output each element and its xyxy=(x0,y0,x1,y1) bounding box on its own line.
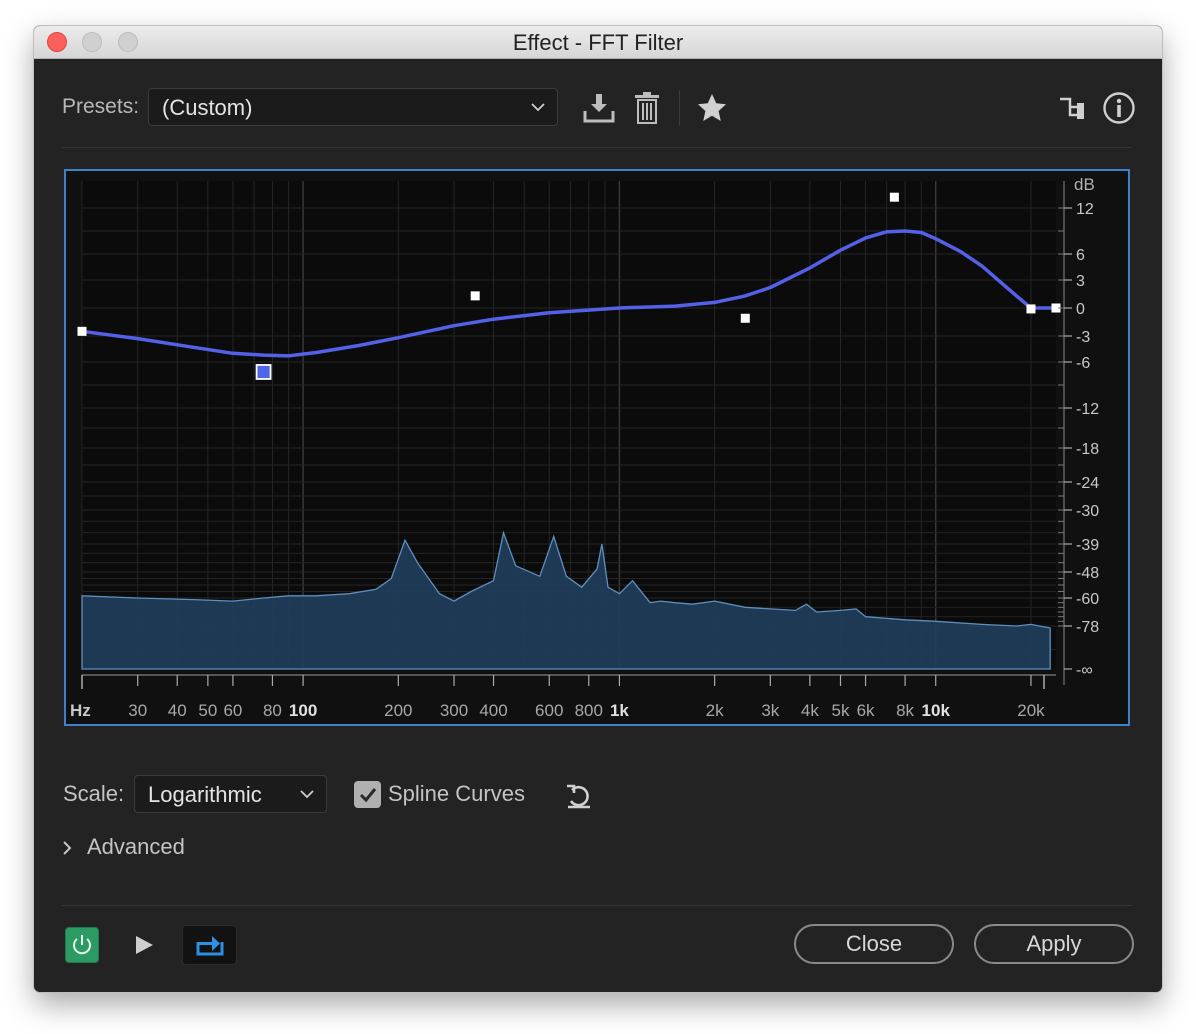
control-point-selected[interactable] xyxy=(255,364,272,380)
spline-curves-checkbox[interactable] xyxy=(354,781,381,808)
power-icon xyxy=(73,935,91,955)
hz-tick-label: 800 xyxy=(575,701,603,720)
loop-icon xyxy=(196,936,223,956)
hz-tick-label: 40 xyxy=(168,701,187,720)
hz-tick-label: 80 xyxy=(263,701,282,720)
control-point[interactable] xyxy=(470,291,480,301)
hz-tick-label: 3k xyxy=(761,701,779,720)
footer-separator xyxy=(62,905,1132,906)
fft-filter-graph[interactable]: 12 6 3 0 -3 -6 -12 -18 -24 -30 -39 -48 -60 -78 -∞ 30 40 5… xyxy=(64,169,1130,726)
hz-tick-label: 10k xyxy=(922,701,951,720)
effect-window: Effect - FFT Filter Presets: (Custom) 12… xyxy=(34,26,1162,992)
db-unit-label: dB xyxy=(1074,175,1095,194)
window-title: Effect - FFT Filter xyxy=(512,30,684,55)
hz-tick-label: 60 xyxy=(223,701,242,720)
toolbar-divider xyxy=(679,90,680,126)
routing-icon xyxy=(1060,97,1084,119)
db-tick-label: -18 xyxy=(1076,441,1099,458)
checkmark-icon xyxy=(359,787,376,802)
hz-tick-label: 300 xyxy=(440,701,468,720)
db-tick-label: -24 xyxy=(1076,475,1099,492)
hz-tick-label: 20k xyxy=(1017,701,1045,720)
hz-tick-label: 1k xyxy=(610,701,629,720)
hz-tick-label: 100 xyxy=(289,701,317,720)
hz-tick-label: 50 xyxy=(198,701,217,720)
star-icon xyxy=(698,94,726,121)
db-tick-label: -12 xyxy=(1076,401,1099,418)
title-bar[interactable]: Effect - FFT Filter xyxy=(34,26,1162,59)
hz-tick-label: 400 xyxy=(479,701,507,720)
db-tick-label: 0 xyxy=(1076,301,1085,318)
download-icon xyxy=(583,94,615,123)
db-tick-label: -30 xyxy=(1076,503,1099,520)
control-point[interactable] xyxy=(1026,304,1036,314)
db-tick-label: -48 xyxy=(1076,565,1099,582)
toolbar-separator xyxy=(62,147,1132,148)
control-point[interactable] xyxy=(889,192,899,202)
db-tick-label: -60 xyxy=(1076,591,1099,608)
db-tick-label: -78 xyxy=(1076,619,1099,636)
hz-unit-label: Hz xyxy=(70,701,91,720)
presets-label: Presets: xyxy=(62,95,140,118)
info-icon xyxy=(1103,92,1135,124)
scale-label: Scale: xyxy=(63,781,125,806)
control-point[interactable] xyxy=(740,313,750,323)
save-preset-button[interactable] xyxy=(581,90,617,126)
loop-toggle-button[interactable] xyxy=(182,925,237,965)
db-tick-label: -6 xyxy=(1076,355,1090,372)
db-tick-label: -39 xyxy=(1076,537,1099,554)
power-toggle-button[interactable] xyxy=(65,927,99,963)
reset-curve-button[interactable] xyxy=(561,780,597,812)
hz-tick-label: 4k xyxy=(801,701,819,720)
db-tick-label: 6 xyxy=(1076,247,1085,264)
chevron-down-icon xyxy=(531,103,545,112)
reset-icon xyxy=(567,784,590,809)
spline-curves-label[interactable]: Spline Curves xyxy=(388,781,525,807)
routing-button[interactable] xyxy=(1054,90,1090,126)
preview-play-button[interactable] xyxy=(128,929,160,961)
hz-tick-label: 200 xyxy=(384,701,412,720)
scale-value: Logarithmic xyxy=(148,782,262,807)
db-tick-label: -∞ xyxy=(1076,662,1093,679)
play-icon xyxy=(136,936,153,954)
hz-tick-label: 2k xyxy=(706,701,724,720)
favorite-button[interactable] xyxy=(694,90,730,126)
trash-icon xyxy=(635,92,659,124)
presets-value: (Custom) xyxy=(162,95,253,120)
scale-dropdown[interactable]: Logarithmic xyxy=(134,775,327,813)
info-button[interactable] xyxy=(1101,90,1137,126)
hz-tick-label: 8k xyxy=(896,701,914,720)
presets-dropdown[interactable]: (Custom) xyxy=(148,88,558,126)
advanced-label: Advanced xyxy=(87,834,185,859)
db-tick-label: -3 xyxy=(1076,329,1090,346)
db-tick-label: 12 xyxy=(1076,201,1094,218)
chevron-down-icon xyxy=(300,790,314,799)
delete-preset-button[interactable] xyxy=(629,90,665,126)
close-button[interactable]: Close xyxy=(794,924,954,964)
control-point[interactable] xyxy=(77,326,87,336)
graph-canvas[interactable]: 12630-3-6-12-18-24-30-39-48-60-78-∞30 40 5… xyxy=(66,171,1128,724)
hz-tick-label: 30 xyxy=(128,701,147,720)
db-tick-label: 3 xyxy=(1076,273,1085,290)
chevron-right-icon xyxy=(63,841,72,855)
apply-button[interactable]: Apply xyxy=(974,924,1134,964)
hz-tick-label: 5k xyxy=(832,701,850,720)
hz-tick-label: 6k xyxy=(857,701,875,720)
hz-tick-label: 600 xyxy=(535,701,563,720)
